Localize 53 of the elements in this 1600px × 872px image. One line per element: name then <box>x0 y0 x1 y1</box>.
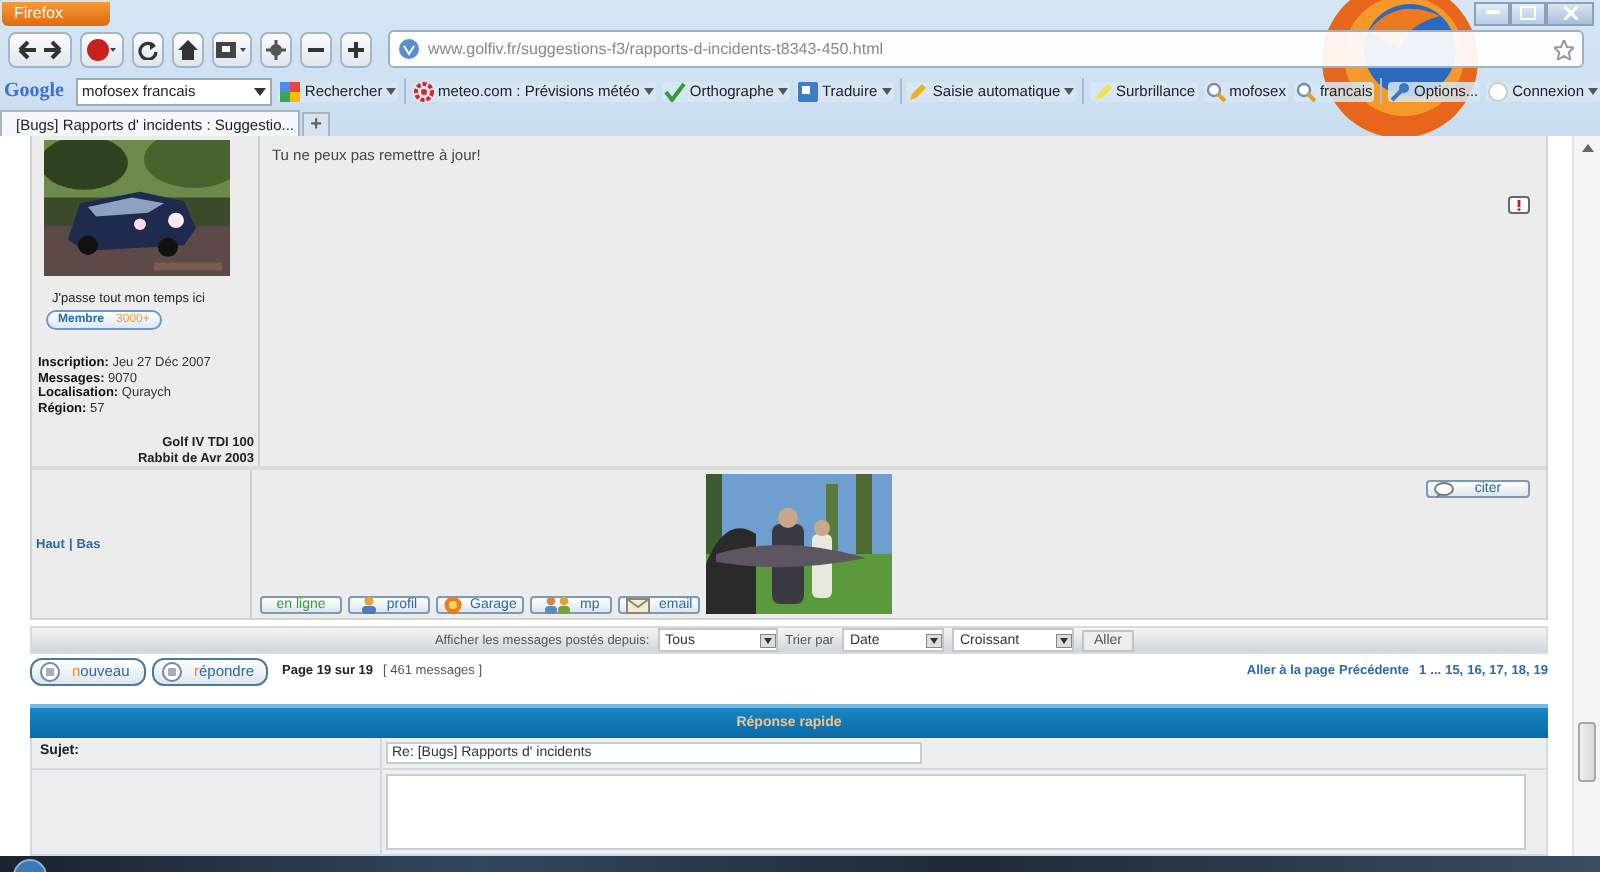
dropdown-arrow-icon <box>254 87 267 95</box>
pencil-icon <box>908 81 929 101</box>
star-icon[interactable] <box>1554 39 1574 59</box>
home-button[interactable] <box>172 31 204 67</box>
bookmarks-button[interactable] <box>212 31 252 67</box>
search-logo: Google <box>4 80 64 102</box>
translate-icon <box>797 81 818 101</box>
home-icon <box>178 39 198 59</box>
colored-squares-icon <box>280 81 301 101</box>
scroll-up-icon[interactable] <box>1581 144 1593 152</box>
address-bar[interactable]: www.golfiv.fr/suggestions-f3/rapports-d-incidents-t8343-450.html <box>388 30 1584 68</box>
people-icon <box>543 596 572 614</box>
zoom-out-button[interactable] <box>300 31 332 67</box>
search-icon <box>1205 81 1226 101</box>
sun-icon <box>413 81 434 101</box>
round-badge-icon <box>444 596 462 614</box>
new-tab-button[interactable]: + <box>302 112 330 136</box>
search-icon <box>1295 81 1316 101</box>
plus-icon <box>348 41 364 57</box>
document-icon <box>40 661 60 682</box>
site-icon <box>398 38 420 60</box>
crosshair-icon <box>266 39 286 59</box>
stop-sign-icon <box>86 37 118 61</box>
dropdown-arrow-icon <box>759 633 776 648</box>
document-icon <box>162 661 182 682</box>
maximize-button[interactable] <box>1510 1 1546 25</box>
dropdown-arrow-icon <box>925 633 942 648</box>
reload-button[interactable] <box>132 31 164 67</box>
envelope-icon <box>626 597 651 613</box>
speech-bubble-icon <box>1434 481 1454 497</box>
start-button[interactable] <box>12 858 48 872</box>
check-icon <box>663 81 686 101</box>
person-icon <box>360 596 379 614</box>
extension-button[interactable] <box>260 31 292 67</box>
reload-icon <box>138 39 158 59</box>
close-icon <box>1563 6 1577 20</box>
report-icon[interactable] <box>1508 196 1530 214</box>
highlighter-icon <box>1092 81 1112 101</box>
maximize-icon <box>1520 6 1536 20</box>
back-forward-arrows-icon <box>18 39 62 59</box>
minus-icon <box>308 47 324 51</box>
user-icon <box>1488 81 1509 101</box>
dropdown-arrow-icon <box>1055 633 1072 648</box>
minimize-icon <box>1485 10 1499 16</box>
scrollbar-thumb[interactable] <box>1578 722 1596 782</box>
minimize-button[interactable] <box>1474 1 1510 25</box>
message-field[interactable] <box>386 774 1526 850</box>
zoom-in-button[interactable] <box>340 31 372 67</box>
close-button[interactable] <box>1546 1 1594 25</box>
back-forward-button[interactable] <box>8 31 72 67</box>
ad-block-button[interactable] <box>80 31 124 67</box>
wrench-icon <box>1390 81 1411 101</box>
bookmark-icon <box>216 39 248 59</box>
